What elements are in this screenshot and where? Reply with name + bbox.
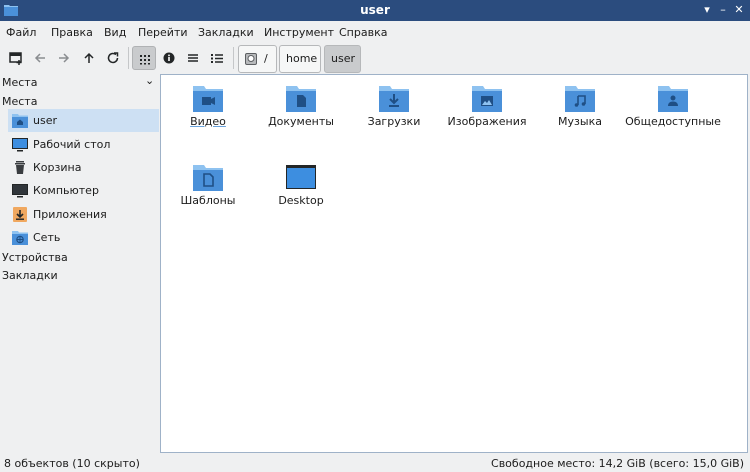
downloads-folder-icon [379,86,409,112]
sidebar-item-label: Сеть [33,231,61,244]
sidebar-item-trash[interactable]: Корзина [8,156,159,179]
chevron-down-icon[interactable]: ⌄ [145,74,154,87]
arrow-up-icon [84,52,94,63]
info-icon [163,52,175,64]
file-item-documents[interactable]: Документы [253,78,349,148]
menu-bar: Файл Правка Вид Перейти Закладки Инструм… [0,21,750,43]
file-name: Изображения [447,115,527,128]
breadcrumb-user[interactable]: user [324,45,361,73]
file-name: Музыка [558,115,602,128]
file-name: Загрузки [367,115,421,128]
desktop-folder-icon [286,165,316,189]
breadcrumb-home[interactable]: home [279,45,321,73]
video-folder-icon [193,86,223,112]
trash-icon [15,161,25,174]
public-folder-icon [658,86,688,112]
file-name: Видео [190,115,226,128]
menu-go[interactable]: Перейти [138,26,188,39]
sidebar-section-bookmarks[interactable]: Закладки [2,269,58,282]
sidebar-item-label: Рабочий стол [33,138,111,151]
toolbar-separator [233,47,234,69]
new-tab-icon [9,52,22,65]
menu-file[interactable]: Файл [6,26,36,39]
file-view[interactable]: Видео Документы Загрузки Изображения Муз… [160,74,748,453]
file-item-video[interactable]: Видео [160,78,256,148]
close-button[interactable]: ✕ [732,3,746,17]
grid-icon [140,55,150,65]
up-button[interactable] [77,46,101,70]
window-title: user [360,3,390,17]
reload-icon [107,52,119,64]
sidebar-item-label: Корзина [33,161,82,174]
menu-edit[interactable]: Правка [51,26,93,39]
sidebar-item-computer[interactable]: Компьютер [8,179,159,202]
menu-tools[interactable]: Инструмент [264,26,334,39]
breadcrumb-root[interactable]: / [238,45,277,73]
sidebar-item-label: user [33,114,57,127]
file-item-pictures[interactable]: Изображения [439,78,535,148]
music-folder-icon [565,86,595,112]
back-button[interactable] [28,46,52,70]
sidebar-dropdown-label[interactable]: Места [2,76,37,89]
breadcrumb-root-label: / [264,52,268,65]
reload-button[interactable] [101,46,125,70]
desktop-icon [12,138,28,152]
compact-view-button[interactable] [157,46,181,70]
file-item-public[interactable]: Общедоступные [625,78,721,148]
sidebar-item-desktop[interactable]: Рабочий стол [8,133,159,156]
icon-view-button[interactable] [132,46,156,70]
list-icon [188,54,198,62]
status-free-space: Свободное место: 14,2 GiB (всего: 15,0 G… [491,457,744,470]
sidebar-item-label: Компьютер [33,184,99,197]
file-item-music[interactable]: Музыка [532,78,628,148]
file-item-desktop[interactable]: Desktop [253,157,349,227]
title-bar: user ▾ – ✕ [0,0,750,21]
network-icon [12,231,28,245]
toolbar: / home user [0,43,750,74]
sidebar: Места ⌄ Места user Рабочий стол Корзина … [0,74,160,454]
home-folder-icon [12,114,28,128]
documents-folder-icon [286,86,316,112]
sidebar-item-applications[interactable]: Приложения [8,203,159,226]
sidebar-item-network[interactable]: Сеть [8,226,159,249]
list-view-button[interactable] [181,46,205,70]
detail-view-button[interactable] [205,46,229,70]
file-name: Общедоступные [625,115,721,128]
status-item-count: 8 объектов (10 скрыто) [4,457,140,470]
status-bar: 8 объектов (10 скрыто) Свободное место: … [0,453,750,472]
computer-icon [12,184,28,198]
file-item-downloads[interactable]: Загрузки [346,78,442,148]
menu-bookmarks[interactable]: Закладки [198,26,254,39]
file-name: Шаблоны [180,194,236,207]
pictures-folder-icon [472,86,502,112]
minimize-button[interactable]: – [716,3,730,17]
sidebar-section-places[interactable]: Места [2,95,37,108]
arrow-left-icon [34,53,45,63]
toolbar-separator [128,47,129,69]
detail-list-icon [211,54,223,63]
file-name: Документы [268,115,334,128]
applications-icon [13,207,27,222]
templates-folder-icon [193,165,223,191]
new-tab-button[interactable] [4,46,28,70]
file-name: Desktop [278,194,324,207]
sidebar-section-devices[interactable]: Устройства [2,251,68,264]
window-menu-icon[interactable]: ▾ [700,3,714,17]
sidebar-item-label: Приложения [33,208,107,221]
file-item-templates[interactable]: Шаблоны [160,157,256,227]
drive-icon [245,53,257,65]
forward-button[interactable] [52,46,76,70]
menu-view[interactable]: Вид [104,26,126,39]
sidebar-item-user[interactable]: user [8,109,159,132]
arrow-right-icon [59,53,70,63]
menu-help[interactable]: Справка [339,26,387,39]
